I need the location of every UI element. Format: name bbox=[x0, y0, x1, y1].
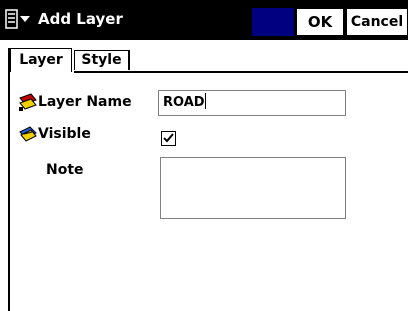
note-label: Note bbox=[46, 162, 84, 178]
note-textarea[interactable] bbox=[160, 157, 346, 219]
add-layer-dialog: Add Layer OK Cancel Layer Style Layer Na… bbox=[0, 0, 408, 311]
tab-layer[interactable]: Layer bbox=[10, 48, 72, 72]
title-bar: Add Layer OK Cancel bbox=[0, 0, 408, 40]
layer-name-icon bbox=[19, 93, 37, 111]
cancel-button[interactable]: Cancel bbox=[346, 8, 408, 36]
ok-button[interactable]: OK bbox=[296, 8, 344, 36]
layer-name-label: Layer Name bbox=[38, 94, 132, 110]
visible-icon bbox=[19, 126, 37, 142]
layer-name-input[interactable]: ROAD bbox=[158, 90, 346, 116]
tab-divider bbox=[74, 71, 408, 73]
text-cursor bbox=[204, 93, 206, 109]
title-accent-block bbox=[252, 8, 294, 36]
tab-style[interactable]: Style bbox=[74, 50, 130, 70]
start-menu-icon bbox=[5, 9, 30, 29]
left-border bbox=[8, 48, 10, 311]
checkmark-icon bbox=[163, 133, 174, 143]
dialog-title: Add Layer bbox=[38, 10, 123, 28]
visible-checkbox[interactable] bbox=[161, 131, 176, 146]
layer-name-value: ROAD bbox=[163, 95, 205, 110]
start-menu-button[interactable] bbox=[2, 6, 34, 34]
visible-label: Visible bbox=[38, 126, 91, 142]
